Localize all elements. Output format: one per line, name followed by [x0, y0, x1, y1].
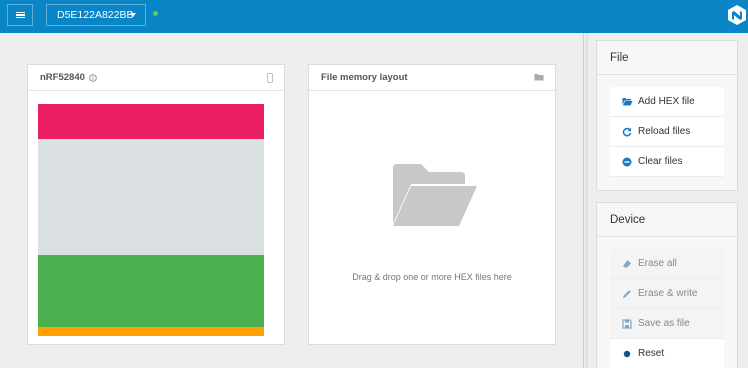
save-as-file-button[interactable]: Save as file	[610, 309, 724, 339]
chip-icon	[267, 73, 273, 83]
device-panel-title: Device	[597, 203, 737, 237]
erase-all-label: Erase all	[638, 258, 677, 269]
pencil-icon	[621, 288, 633, 300]
file-layout-title: File memory layout	[321, 72, 408, 83]
reset-button[interactable]: Reset	[610, 339, 724, 368]
file-panel: File Add HEX file Reload files Clear fil…	[596, 40, 738, 191]
device-name: nRF52840	[40, 72, 85, 83]
erase-all-button[interactable]: Erase all	[610, 249, 724, 279]
nordic-logo	[728, 5, 746, 25]
minus-circle-icon	[621, 156, 633, 168]
memory-region[interactable]	[38, 327, 264, 336]
eraser-icon	[621, 258, 633, 270]
device-panel: Device Erase all Erase & write Save as f…	[596, 202, 738, 368]
drop-zone-folder-icon	[393, 164, 477, 226]
add-hex-file-label: Add HEX file	[638, 96, 695, 107]
memory-region[interactable]	[38, 104, 264, 139]
info-icon[interactable]	[89, 73, 97, 82]
memory-region[interactable]	[38, 255, 264, 327]
drop-hint: Drag & drop one or more HEX files here	[352, 272, 512, 282]
erase-write-label: Erase & write	[638, 288, 698, 299]
device-card-header: nRF52840	[28, 65, 284, 91]
splitter[interactable]	[583, 33, 584, 368]
hamburger-icon	[15, 12, 25, 18]
file-memory-layout-card: File memory layout Drag & drop one or mo…	[308, 64, 556, 345]
caret-down-icon	[130, 13, 136, 17]
floppy-icon	[621, 318, 633, 330]
clear-files-button[interactable]: Clear files	[610, 147, 724, 177]
device-serial: D5E122A822BB	[57, 9, 134, 21]
device-memory-card: nRF52840	[27, 64, 285, 345]
file-layout-card-header: File memory layout	[309, 65, 555, 91]
erase-write-button[interactable]: Erase & write	[610, 279, 724, 309]
reload-files-button[interactable]: Reload files	[610, 117, 724, 147]
memory-region[interactable]	[38, 139, 264, 255]
menu-button[interactable]	[7, 4, 33, 26]
folder-icon	[534, 74, 544, 81]
file-panel-title: File	[597, 41, 737, 75]
top-bar: D5E122A822BB	[0, 0, 748, 33]
add-hex-file-button[interactable]: Add HEX file	[610, 87, 724, 117]
reset-label: Reset	[638, 348, 665, 359]
connection-status-indicator	[153, 11, 158, 16]
refresh-icon	[621, 126, 633, 138]
clear-files-label: Clear files	[638, 156, 683, 167]
reload-files-label: Reload files	[638, 126, 691, 137]
device-selector[interactable]: D5E122A822BB	[46, 4, 146, 26]
save-as-file-label: Save as file	[638, 318, 690, 329]
folder-open-icon	[621, 96, 633, 108]
circle-icon	[621, 348, 633, 360]
